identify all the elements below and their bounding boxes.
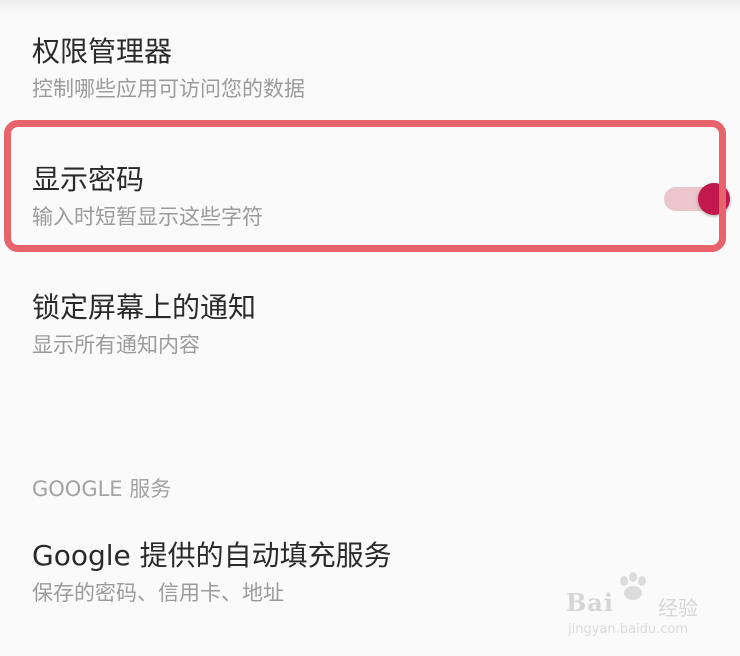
setting-summary: 控制哪些应用可访问您的数据 [32, 77, 305, 101]
setting-title: Google 提供的自动填充服务 [32, 539, 392, 572]
settings-screen: 权限管理器 控制哪些应用可访问您的数据 显示密码 输入时短暂显示这些字符 锁定屏… [0, 0, 740, 656]
top-shadow [0, 0, 740, 14]
setting-permission-manager[interactable]: 权限管理器 控制哪些应用可访问您的数据 [32, 34, 672, 104]
highlight-annotation [4, 120, 726, 252]
setting-title: 权限管理器 [32, 35, 173, 68]
paw-icon [620, 572, 646, 600]
setting-summary: 显示所有通知内容 [32, 333, 200, 357]
watermark-brand: Bai [566, 588, 614, 617]
watermark-brand-suffix: 经验 [658, 596, 698, 620]
watermark-url: jingyan.baidu.com [568, 622, 688, 637]
baidu-jingyan-watermark: Bai 经验 jingyan.baidu.com [566, 572, 716, 642]
section-header-google: GOOGLE 服务 [32, 477, 172, 501]
setting-title: 锁定屏幕上的通知 [32, 291, 257, 324]
setting-lockscreen-notifications[interactable]: 锁定屏幕上的通知 显示所有通知内容 [32, 290, 672, 360]
